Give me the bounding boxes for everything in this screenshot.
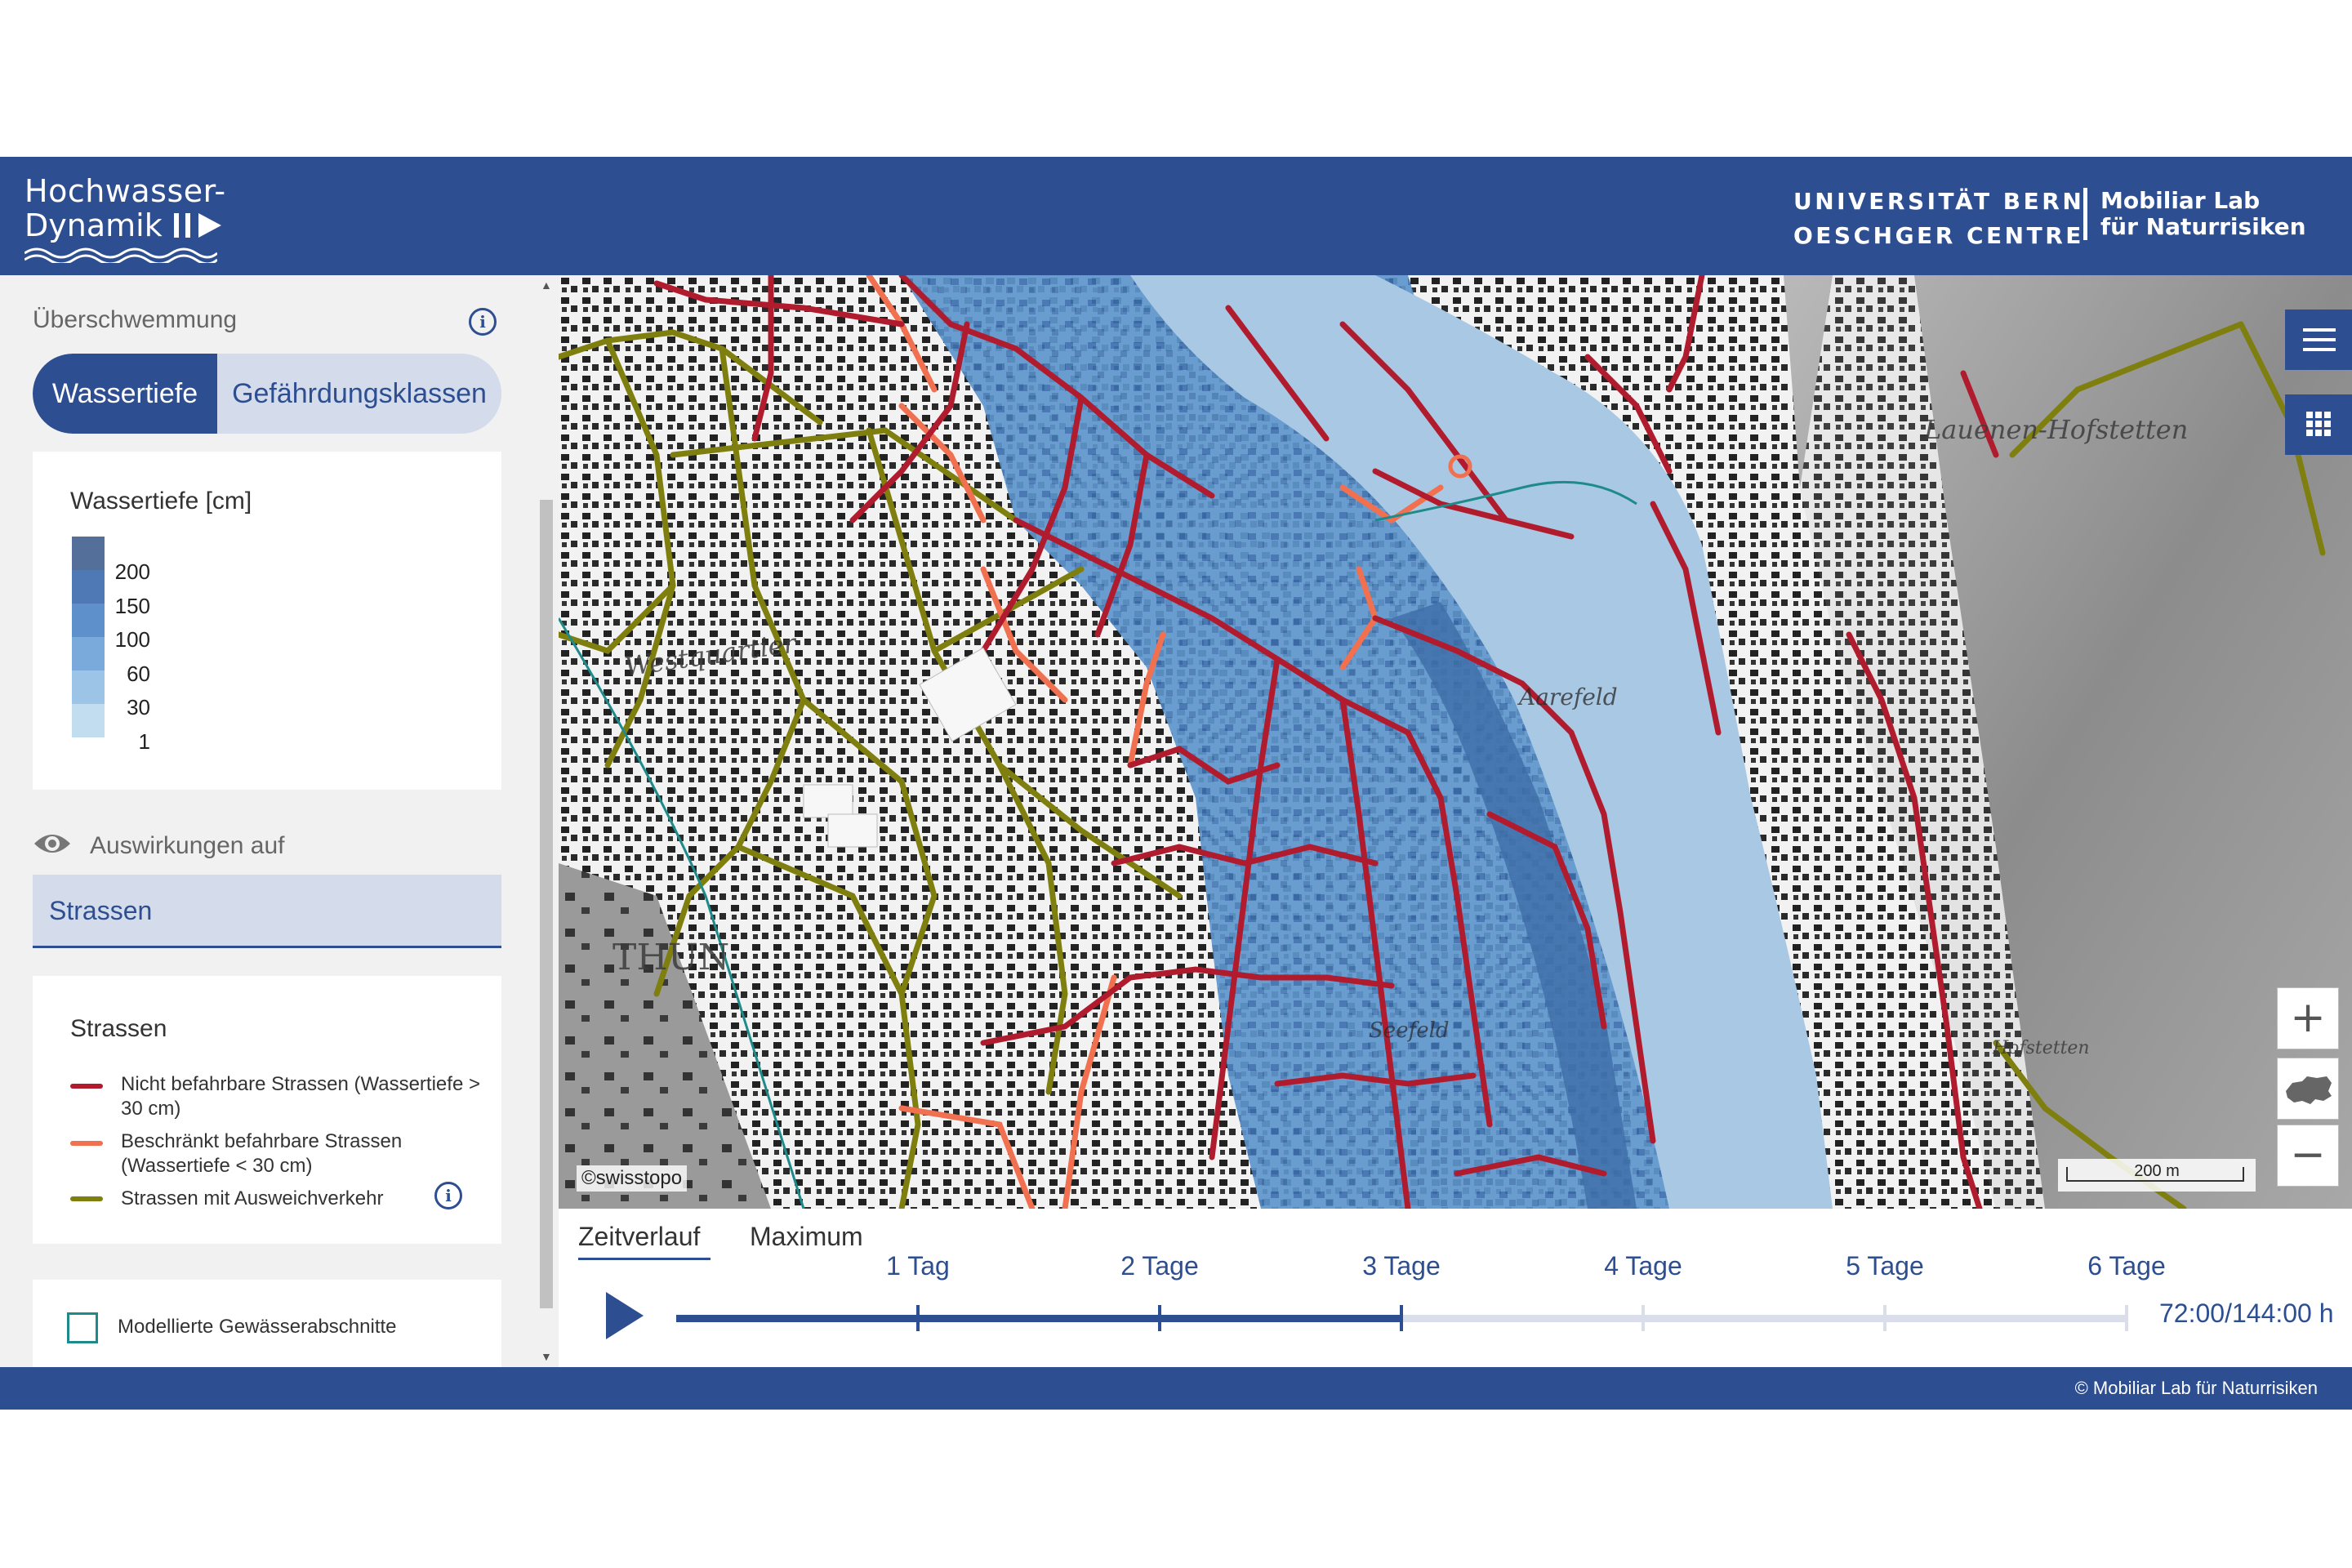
depth-ramp-segment bbox=[72, 604, 105, 637]
timeline-tick[interactable] bbox=[1400, 1305, 1403, 1331]
logo-line-1: Hochwasser- bbox=[24, 173, 226, 209]
timeline-day-label[interactable]: 3 Tage bbox=[1336, 1251, 1467, 1281]
timeline-day-label[interactable]: 2 Tage bbox=[1094, 1251, 1225, 1281]
logo-line-2-text: Dynamik bbox=[24, 207, 163, 243]
depth-ramp-segment bbox=[72, 637, 105, 670]
zoom-out-button[interactable]: − bbox=[2277, 1125, 2339, 1187]
timeline-tick[interactable] bbox=[2125, 1305, 2128, 1331]
eye-icon[interactable] bbox=[33, 831, 72, 857]
scroll-down-icon[interactable]: ▼ bbox=[541, 1350, 552, 1363]
menu-icon bbox=[2303, 328, 2336, 351]
scroll-up-icon[interactable]: ▲ bbox=[541, 278, 552, 292]
depth-color-ramp bbox=[72, 537, 105, 737]
lab-line-2: für Naturrisiken bbox=[2100, 213, 2306, 240]
grid-icon bbox=[2306, 412, 2331, 436]
place-hofstetten: Hofstetten bbox=[1993, 1038, 2090, 1058]
tab-maximum[interactable]: Maximum bbox=[750, 1222, 863, 1252]
modelled-waterbodies-label: Modellierte Gewässerabschnitte bbox=[118, 1316, 397, 1338]
timeline-day-label[interactable]: 5 Tage bbox=[1820, 1251, 1950, 1281]
logo-line-2: Dynamik bbox=[24, 209, 226, 242]
depth-ramp-label: 150 bbox=[114, 593, 150, 618]
uni-line-2: OESCHGER CENTRE bbox=[1793, 222, 2084, 249]
mobiliar-lab-logo[interactable]: Mobiliar Lab für Naturrisiken bbox=[2100, 188, 2306, 240]
zoom-in-button[interactable]: + bbox=[2277, 987, 2339, 1049]
sidebar-scroll-thumb[interactable] bbox=[540, 500, 553, 1308]
info-icon[interactable]: i bbox=[469, 308, 497, 336]
depth-ramp-label: 1 bbox=[138, 728, 150, 754]
scale-bar-label: 200 m bbox=[2134, 1162, 2180, 1180]
play-logo-icon bbox=[173, 213, 221, 238]
sidebar: Überschwemmung i Wassertiefe Gefährdungs… bbox=[0, 275, 559, 1367]
flooding-section-title: Überschwemmung bbox=[33, 306, 238, 333]
uni-line-1: UNIVERSITÄT BERN bbox=[1793, 188, 2085, 215]
road-swatch-blocked bbox=[70, 1084, 103, 1089]
depth-ramp-label: 100 bbox=[114, 627, 150, 652]
roads-legend-card: Strassen Nicht befahrbare Strassen (Wass… bbox=[33, 976, 501, 1244]
timeline-progress bbox=[676, 1315, 1401, 1322]
timeline-day-label[interactable]: 4 Tage bbox=[1578, 1251, 1708, 1281]
road-label-blocked: Nicht befahrbare Strassen (Wassertiefe >… bbox=[121, 1073, 480, 1120]
depth-ramp-label: 200 bbox=[114, 559, 150, 584]
place-thun: THUN bbox=[612, 937, 730, 978]
layers-button[interactable] bbox=[2285, 394, 2352, 455]
depth-ramp-segment bbox=[72, 537, 105, 570]
toggle-wassertiefe[interactable]: Wassertiefe bbox=[33, 354, 217, 434]
timeline-tick[interactable] bbox=[916, 1305, 920, 1331]
logo-divider bbox=[2083, 188, 2087, 240]
place-aarefeld: Aarefeld bbox=[1519, 684, 1618, 710]
impact-select[interactable]: Strassen bbox=[33, 875, 501, 948]
roads-legend-title: Strassen bbox=[70, 1015, 167, 1042]
depth-ramp-label: 60 bbox=[127, 661, 150, 686]
timeline-tick[interactable] bbox=[1158, 1305, 1161, 1331]
depth-legend-card: Wassertiefe [cm] 200 150 100 60 30 1 bbox=[33, 452, 501, 790]
impact-title: Auswirkungen auf bbox=[90, 832, 285, 859]
time-readout: 72:00/144:00 h bbox=[2159, 1298, 2334, 1328]
flood-map[interactable]: Lauenen-Hofstetten Westquartier THUN Aar… bbox=[559, 275, 2352, 1209]
hochwasser-dynamik-logo[interactable]: Hochwasser- Dynamik bbox=[24, 173, 226, 263]
road-label-detour: Strassen mit Ausweichverkehr bbox=[121, 1187, 384, 1209]
menu-button[interactable] bbox=[2285, 310, 2352, 370]
road-label-limited: Beschränkt befahrbare Strassen (Wasserti… bbox=[121, 1130, 403, 1177]
map-attribution: ©swisstopo bbox=[577, 1165, 688, 1192]
wave-logo-icon bbox=[24, 247, 217, 263]
road-swatch-limited bbox=[70, 1141, 103, 1146]
footer-copyright: © Mobiliar Lab für Naturrisiken bbox=[2074, 1378, 2318, 1398]
reset-view-button[interactable] bbox=[2277, 1058, 2339, 1120]
tab-zeitverlauf[interactable]: Zeitverlauf bbox=[578, 1222, 700, 1252]
zoom-in-icon: + bbox=[2290, 993, 2326, 1042]
timeline-day-label[interactable]: 6 Tage bbox=[2061, 1251, 2192, 1281]
timeline-panel: Zeitverlauf Maximum 1 Tag 2 Tage 3 Tage 4 T… bbox=[559, 1209, 2352, 1367]
app-footer: © Mobiliar Lab für Naturrisiken bbox=[0, 1367, 2352, 1410]
impact-select-value: Strassen bbox=[49, 896, 153, 925]
depth-ramp-segment bbox=[72, 570, 105, 604]
info-icon-roads[interactable]: i bbox=[434, 1182, 462, 1209]
lab-line-1: Mobiliar Lab bbox=[2100, 187, 2261, 214]
timeline-tick[interactable] bbox=[1642, 1305, 1645, 1331]
university-logo[interactable]: UNIVERSITÄT BERN OESCHGER CENTRE bbox=[1793, 185, 2084, 253]
flood-mode-toggle: Wassertiefe Gefährdungsklassen bbox=[33, 354, 501, 434]
scale-bar: 200 m bbox=[2058, 1159, 2256, 1192]
modelled-waterbodies-checkbox[interactable] bbox=[67, 1312, 98, 1343]
road-swatch-detour bbox=[70, 1196, 103, 1201]
toggle-gefaehrdungsklassen[interactable]: Gefährdungsklassen bbox=[217, 354, 501, 434]
timeline-day-label[interactable]: 1 Tag bbox=[853, 1251, 983, 1281]
depth-ramp-label: 30 bbox=[127, 695, 150, 719]
app-header: Hochwasser- Dynamik UNIVERSITÄT BERN OES… bbox=[0, 157, 2352, 275]
depth-ramp-segment bbox=[72, 704, 105, 737]
play-button[interactable] bbox=[604, 1290, 645, 1341]
switzerland-icon bbox=[2286, 1076, 2332, 1104]
place-seefeld: Seefeld bbox=[1369, 1018, 1450, 1043]
zoom-out-icon: − bbox=[2290, 1130, 2326, 1179]
timeline-tick[interactable] bbox=[1883, 1305, 1886, 1331]
depth-legend-title: Wassertiefe [cm] bbox=[70, 488, 252, 514]
tab-active-underline bbox=[578, 1258, 710, 1260]
place-lauenen-hofstetten: Lauenen-Hofstetten bbox=[1924, 414, 2189, 445]
depth-ramp-segment bbox=[72, 670, 105, 704]
